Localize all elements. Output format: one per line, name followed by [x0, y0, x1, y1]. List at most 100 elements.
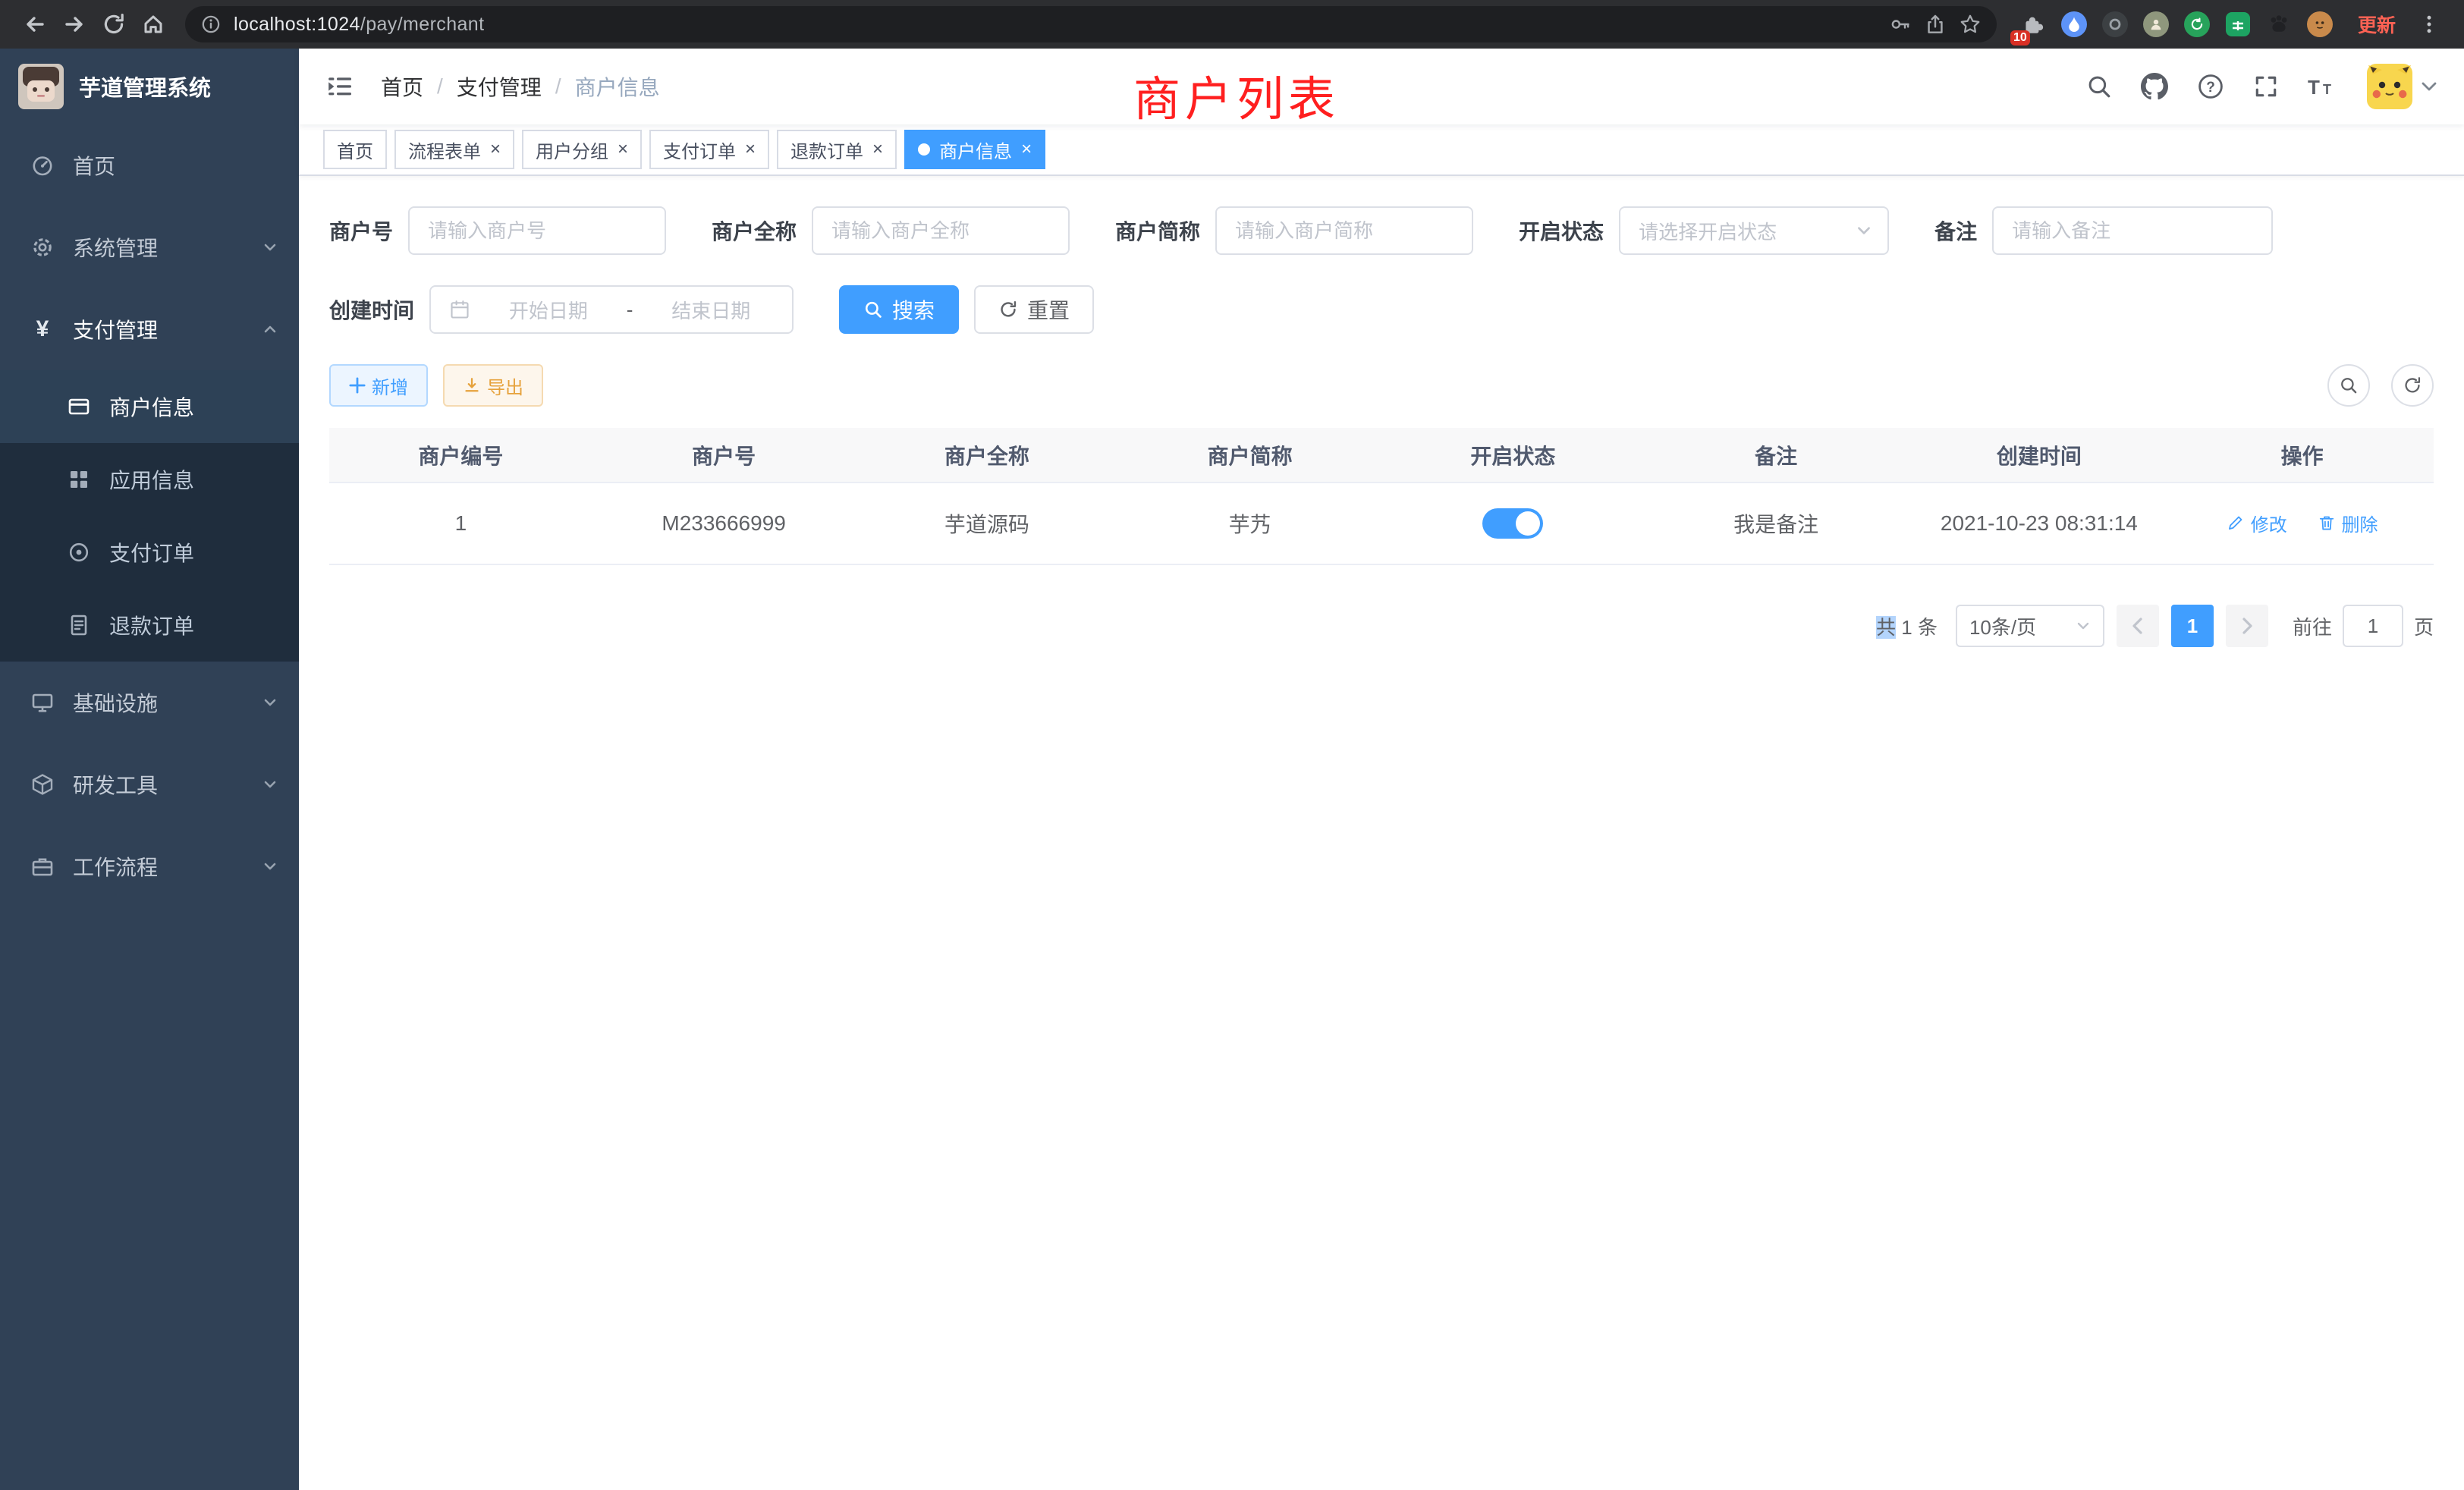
add-button-label: 新增 [372, 372, 408, 399]
fullscreen-icon[interactable] [2253, 74, 2279, 99]
reset-button[interactable]: 重置 [974, 285, 1094, 334]
create-time-label: 创建时间 [329, 294, 414, 325]
logo-avatar [18, 64, 64, 109]
page-size-select[interactable]: 10条/页 [1956, 605, 2104, 647]
tab-process-form[interactable]: 流程表单 × [394, 130, 514, 169]
sidebar-item-app-info[interactable]: 应用信息 [0, 443, 299, 516]
tab-refund-order[interactable]: 退款订单× [777, 130, 897, 169]
page-1-button[interactable]: 1 [2171, 605, 2214, 647]
column-header: 商户全称 [856, 428, 1119, 483]
status-toggle[interactable] [1482, 508, 1543, 539]
cube-icon [30, 772, 55, 797]
extensions-puzzle-icon[interactable]: 10 [2018, 9, 2048, 39]
drop-extension-icon[interactable] [2059, 9, 2089, 39]
tab-merchant-info[interactable]: 商户信息× [904, 130, 1045, 169]
add-button[interactable]: 新增 [329, 364, 428, 407]
back-icon[interactable] [15, 5, 55, 44]
search-button-label: 搜索 [892, 294, 935, 325]
refresh-table-button[interactable] [2391, 364, 2434, 407]
export-button[interactable]: 导出 [443, 364, 543, 407]
close-icon[interactable]: × [745, 140, 756, 159]
payment-submenu: 商户信息 应用信息 支付订单 退款订单 [0, 370, 299, 662]
github-icon[interactable] [2141, 73, 2168, 100]
tab-label: 支付订单 [663, 137, 736, 163]
sidebar-item-merchant-info[interactable]: 商户信息 [0, 370, 299, 443]
close-icon[interactable]: × [1021, 140, 1032, 159]
tags-view: 首页 流程表单 × 用户分组× 支付订单 × 退款订单× 商户信息× [299, 124, 2464, 176]
prev-page-button[interactable] [2117, 605, 2159, 647]
home-icon[interactable] [134, 5, 173, 44]
column-header: 商户号 [592, 428, 856, 483]
merchant-no-input[interactable] [408, 206, 666, 255]
help-question-icon[interactable]: ? [2197, 73, 2224, 100]
extensions-area: 10 [2009, 9, 2344, 39]
close-icon[interactable]: × [490, 140, 501, 159]
forward-icon[interactable] [55, 5, 94, 44]
close-icon[interactable]: × [618, 140, 628, 159]
sidebar-logo[interactable]: 芋道管理系统 [0, 49, 299, 124]
user-avatar[interactable] [2367, 64, 2437, 109]
sidebar-item-label: 首页 [73, 150, 278, 181]
monkey-emoji-extension-icon[interactable] [2305, 9, 2335, 39]
sidebar-item-dev-tools[interactable]: 研发工具 [0, 743, 299, 825]
svg-text:?: ? [2206, 80, 2215, 96]
sidebar-item-system-mgmt[interactable]: 系统管理 [0, 206, 299, 288]
dark-circle-extension-icon[interactable] [2100, 9, 2130, 39]
share-icon[interactable] [1924, 13, 1947, 36]
bookmark-star-icon[interactable] [1959, 13, 1982, 36]
address-bar[interactable]: localhost:1024/pay/merchant [185, 6, 1997, 42]
breadcrumb: 首页 / 支付管理 / 商户信息 [381, 71, 660, 102]
short-name-input[interactable] [1215, 206, 1473, 255]
sidebar-item-refund-order[interactable]: 退款订单 [0, 589, 299, 662]
breadcrumb-home[interactable]: 首页 [381, 71, 423, 102]
sidebar-item-payment-order[interactable]: 支付订单 [0, 516, 299, 589]
tab-label: 流程表单 [408, 137, 481, 163]
extensions-count-badge: 10 [2010, 30, 2030, 46]
full-name-label: 商户全称 [712, 215, 797, 246]
sidebar-item-label: 应用信息 [109, 464, 278, 495]
delete-link[interactable]: 删除 [2318, 510, 2378, 536]
status-select[interactable]: 请选择开启状态 [1619, 206, 1889, 255]
goto-page-input[interactable] [2343, 605, 2403, 647]
sidebar-item-label: 支付订单 [109, 537, 278, 567]
chevron-down-icon [2076, 618, 2091, 633]
toggle-search-button[interactable] [2327, 364, 2370, 407]
close-icon[interactable]: × [872, 140, 883, 159]
chrome-menu-icon[interactable] [2409, 5, 2449, 44]
full-name-input[interactable] [812, 206, 1070, 255]
sidebar-item-home[interactable]: 首页 [0, 124, 299, 206]
date-start-placeholder: 开始日期 [486, 296, 611, 324]
sidebar-item-label: 系统管理 [73, 232, 244, 262]
header-search-icon[interactable] [2086, 74, 2112, 99]
tab-user-group[interactable]: 用户分组× [522, 130, 642, 169]
password-key-icon[interactable] [1889, 13, 1912, 36]
sidebar: 芋道管理系统 首页 系统管理 ¥ 支付管理 商户信息 [0, 49, 299, 1490]
font-size-icon[interactable]: TT [2308, 74, 2338, 99]
search-button[interactable]: 搜索 [839, 285, 959, 334]
reload-icon[interactable] [94, 5, 134, 44]
edit-link[interactable]: 修改 [2227, 510, 2287, 536]
sidebar-item-workflow[interactable]: 工作流程 [0, 825, 299, 907]
sidebar-item-infrastructure[interactable]: 基础设施 [0, 662, 299, 743]
create-time-range-picker[interactable]: 开始日期 - 结束日期 [429, 285, 794, 334]
tab-home[interactable]: 首页 [323, 130, 387, 169]
paw-extension-icon[interactable] [2264, 9, 2294, 39]
green-sheet-extension-icon[interactable] [2223, 9, 2253, 39]
breadcrumb-payment-mgmt[interactable]: 支付管理 [457, 71, 542, 102]
monitor-icon [30, 690, 55, 715]
green-refresh-extension-icon[interactable] [2182, 9, 2212, 39]
app-title: 芋道管理系统 [79, 71, 211, 102]
sidebar-item-payment-mgmt[interactable]: ¥ 支付管理 [0, 288, 299, 370]
column-header: 操作 [2170, 428, 2434, 483]
profile-extension-icon[interactable] [2141, 9, 2171, 39]
sidebar-item-label: 工作流程 [73, 851, 244, 882]
tab-payment-order[interactable]: 支付订单 × [649, 130, 769, 169]
site-info-icon[interactable] [200, 14, 222, 35]
goto-suffix: 页 [2414, 612, 2434, 640]
remark-input[interactable] [1992, 206, 2273, 255]
chevron-down-icon [1856, 222, 1872, 239]
chrome-update-button[interactable]: 更新 [2344, 11, 2409, 38]
sidebar-toggle-icon[interactable] [326, 74, 354, 99]
next-page-button[interactable] [2226, 605, 2268, 647]
delete-link-label: 删除 [2342, 510, 2378, 536]
